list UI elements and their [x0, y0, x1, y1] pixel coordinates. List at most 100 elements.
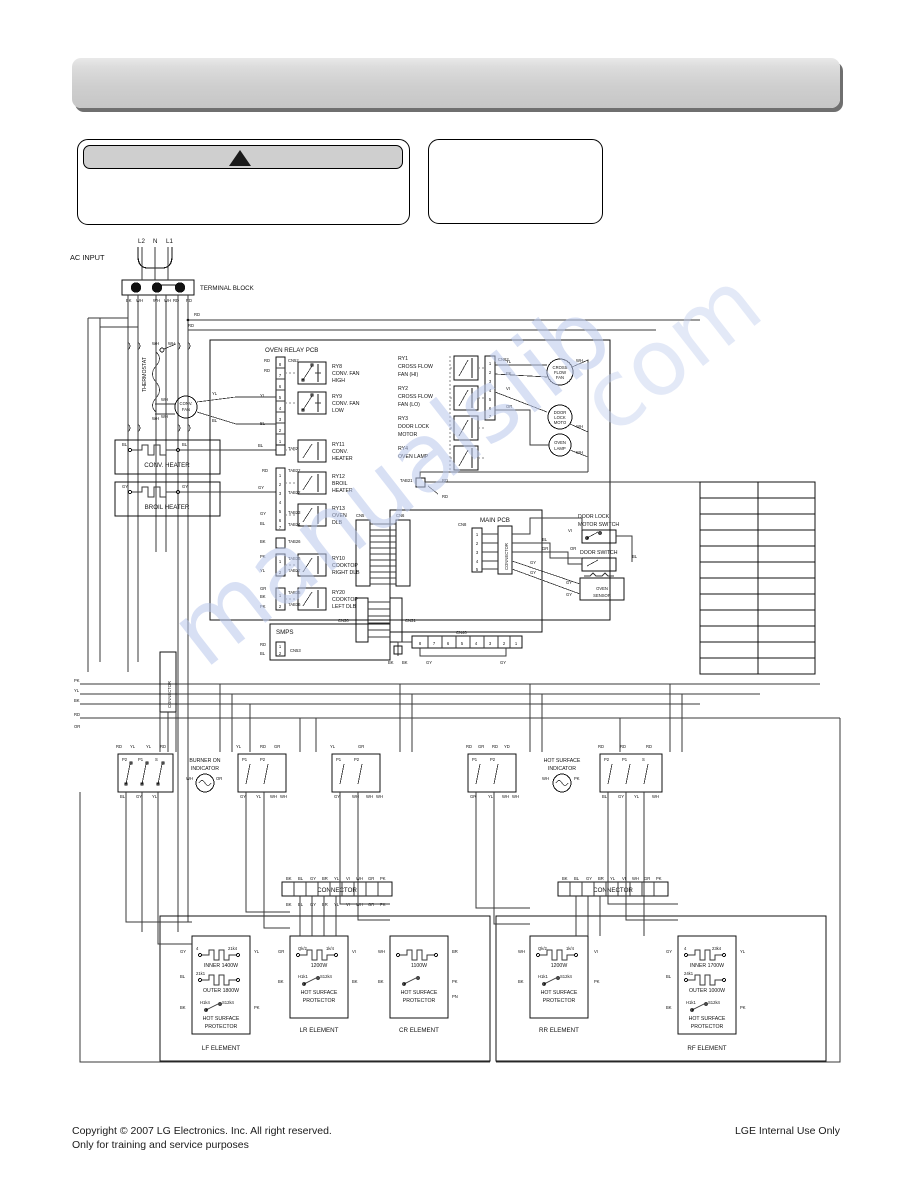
svg-text:INNER 1400W: INNER 1400W	[204, 963, 238, 969]
svg-text:4: 4	[279, 500, 282, 505]
door-lock-motor-switch-label: DOOR LOCK	[578, 514, 610, 520]
svg-text:2: 2	[279, 651, 282, 656]
svg-text:GY: GY	[136, 794, 142, 799]
svg-text:BK: BK	[378, 979, 384, 984]
svg-text:BK: BK	[180, 1005, 186, 1010]
svg-text:RY1: RY1	[398, 356, 408, 362]
svg-text:2: 2	[503, 641, 506, 646]
element-rf: INNER 1700W 4 23k4 OUTER 1000W 24k1 H1k1 S…	[677, 935, 737, 1052]
left-connector-label: CONNECTOR	[167, 681, 172, 708]
svg-text:WH: WH	[576, 450, 583, 455]
svg-text:OUTER 1800W: OUTER 1800W	[203, 988, 239, 994]
main-pcb-label: MAIN PCB	[480, 517, 510, 524]
svg-text:HOT SURFACE: HOT SURFACE	[689, 1016, 726, 1022]
svg-text:CONV. FAN: CONV. FAN	[332, 371, 360, 377]
svg-text:WH: WH	[378, 949, 385, 954]
svg-text:RD: RD	[442, 478, 448, 483]
svg-text:1: 1	[489, 361, 492, 366]
svg-text:RY2: RY2	[398, 386, 408, 392]
svg-text:CONV. FAN: CONV. FAN	[332, 401, 360, 407]
connector-right: CONNECTOR BK BL GY BR YL VI WH GR PK	[557, 876, 669, 897]
svg-text:HOT SURFACE: HOT SURFACE	[541, 990, 578, 996]
svg-text:24k1: 24k1	[684, 971, 694, 976]
svg-text:OVEN LAMP: OVEN LAMP	[398, 454, 429, 460]
svg-text:OR: OR	[506, 404, 512, 409]
svg-text:S: S	[642, 757, 645, 762]
svg-text:RD: RD	[186, 298, 192, 303]
svg-text:GY: GY	[182, 484, 188, 489]
svg-text:WH: WH	[153, 298, 160, 303]
svg-text:BK: BK	[286, 876, 292, 881]
svg-text:6: 6	[279, 518, 282, 523]
svg-text:VI: VI	[594, 949, 598, 954]
svg-text:CONV.: CONV.	[332, 449, 348, 455]
svg-text:P2: P2	[122, 757, 128, 762]
svg-text:P1: P1	[622, 757, 628, 762]
svg-text:RD: RD	[160, 744, 166, 749]
connector-right-label: CONNECTOR	[593, 887, 633, 894]
svg-text:6: 6	[489, 406, 492, 411]
svg-text:CONV.: CONV.	[180, 401, 193, 406]
svg-text:RY20: RY20	[332, 590, 345, 596]
svg-text:YL: YL	[330, 744, 336, 749]
svg-text:P1: P1	[242, 757, 248, 762]
svg-text:RD: RD	[620, 744, 626, 749]
relay-ry12	[297, 471, 327, 495]
svg-text:BL: BL	[632, 554, 638, 559]
svg-text:OVEN: OVEN	[332, 513, 347, 519]
relay-ry13	[297, 503, 327, 527]
svg-text:LOW: LOW	[332, 408, 344, 414]
svg-text:1: 1	[515, 641, 518, 646]
svg-text:PK: PK	[506, 371, 512, 376]
main-connector-label: CONNECTOR	[504, 543, 509, 570]
svg-text:RD: RD	[74, 712, 80, 717]
svg-text:8: 8	[279, 362, 282, 367]
svg-text:CROSS FLOW: CROSS FLOW	[398, 364, 433, 370]
svg-text:RD: RD	[466, 744, 472, 749]
svg-text:BL: BL	[180, 974, 186, 979]
warning-header	[83, 145, 403, 169]
svg-text:PK: PK	[254, 1005, 260, 1010]
svg-text:FAN (LO): FAN (LO)	[398, 402, 420, 408]
svg-text:21k1: 21k1	[196, 971, 206, 976]
svg-text:VI: VI	[622, 876, 626, 881]
svg-text:PK: PK	[74, 678, 80, 683]
svg-text:YL: YL	[506, 359, 512, 364]
svg-text:H1k4: H1k4	[200, 1000, 210, 1005]
svg-text:BR: BR	[322, 902, 328, 907]
svg-text:PK: PK	[452, 979, 458, 984]
svg-text:OVEN: OVEN	[554, 440, 566, 445]
svg-text:WH: WH	[168, 341, 175, 346]
svg-text:Qk/2: Qk/2	[298, 946, 308, 951]
smps-label: SMPS	[276, 629, 294, 636]
relay-ry8	[297, 361, 327, 385]
svg-text:VI: VI	[506, 386, 510, 391]
svg-text:YL: YL	[740, 949, 746, 954]
svg-text:1: 1	[279, 593, 282, 598]
svg-text:7: 7	[279, 525, 282, 530]
svg-text:GY: GY	[240, 794, 246, 799]
svg-text:INNER 1700W: INNER 1700W	[690, 963, 724, 969]
terminal-n-label: N	[153, 238, 157, 245]
svg-text:BL: BL	[602, 794, 608, 799]
svg-text:VI: VI	[352, 949, 356, 954]
svg-text:WH: WH	[161, 414, 168, 419]
svg-text:YL: YL	[146, 744, 152, 749]
svg-text:PK: PK	[260, 554, 266, 559]
svg-text:6: 6	[447, 641, 450, 646]
svg-text:PROTECTOR: PROTECTOR	[543, 998, 576, 1004]
svg-text:RD: RD	[194, 312, 200, 317]
svg-text:21k4: 21k4	[228, 946, 238, 951]
svg-text:7: 7	[279, 373, 282, 378]
svg-text:WH: WH	[280, 794, 287, 799]
svg-text:2: 2	[279, 428, 282, 433]
relay-ry10	[297, 553, 327, 577]
svg-text:GY: GY	[566, 580, 572, 585]
svg-text:WH: WH	[576, 424, 583, 429]
main-pcb-box	[389, 509, 543, 633]
cr-element-label: CR ELEMENT	[399, 1027, 439, 1034]
svg-text:YL: YL	[610, 876, 616, 881]
svg-text:MOTOR: MOTOR	[398, 432, 417, 438]
svg-text:WH: WH	[152, 416, 159, 421]
svg-text:RD: RD	[264, 368, 270, 373]
